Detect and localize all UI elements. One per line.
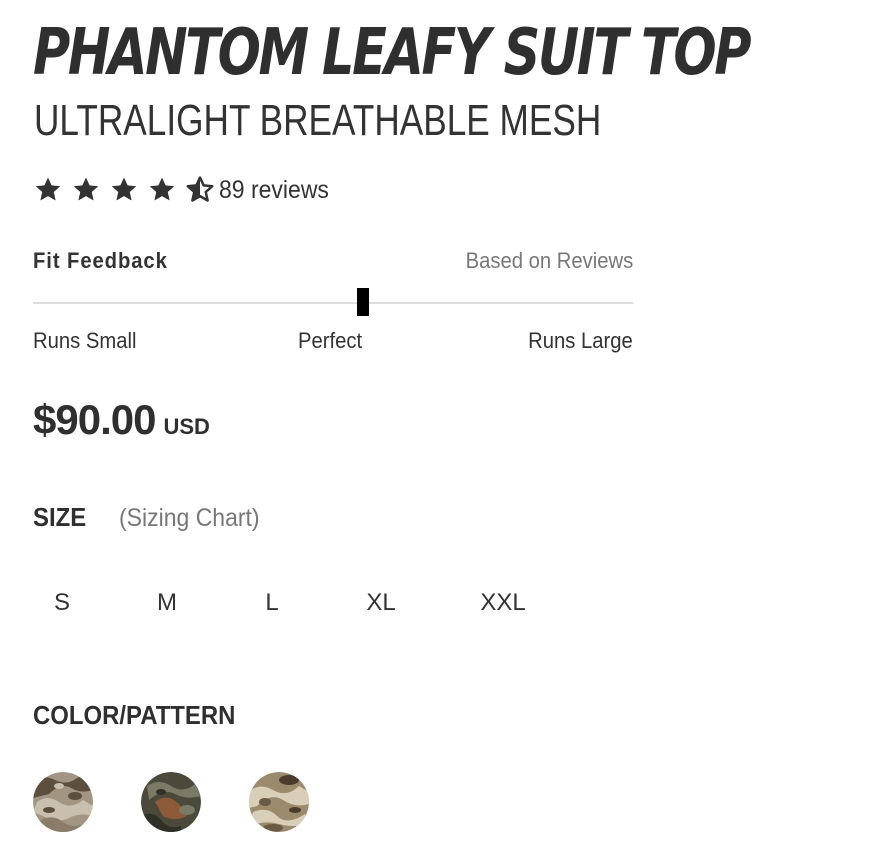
- star-full-icon: [147, 175, 177, 205]
- color-swatch-2[interactable]: [141, 772, 201, 832]
- camo-pattern-2: [141, 772, 201, 832]
- sizing-chart-link[interactable]: (Sizing Chart): [119, 504, 260, 533]
- fit-label-runs-small: Runs Small: [33, 328, 137, 353]
- fit-feedback-basis: Based on Reviews: [465, 248, 633, 273]
- size-header: SIZE (Sizing Chart): [33, 502, 272, 533]
- star-full-icon: [109, 175, 139, 205]
- fit-label-perfect: Perfect: [298, 328, 363, 353]
- size-option-s[interactable]: S: [47, 584, 77, 622]
- fit-scale-track: [33, 302, 633, 304]
- rating-stars[interactable]: [33, 175, 219, 205]
- size-option-m[interactable]: M: [152, 584, 182, 622]
- size-option-xxl[interactable]: XXL: [478, 584, 528, 622]
- size-option-l[interactable]: L: [257, 584, 287, 622]
- color-swatch-3[interactable]: [249, 772, 309, 832]
- price-currency: USD: [163, 414, 210, 439]
- star-half-icon: [185, 175, 215, 205]
- reviews-link[interactable]: 89 reviews: [219, 176, 329, 205]
- product-price: $90.00 USD: [33, 396, 210, 444]
- product-title: PHANTOM LEAFY SUIT TOP: [33, 16, 751, 90]
- star-full-icon: [33, 175, 63, 205]
- size-option-xl[interactable]: XL: [361, 584, 401, 622]
- size-label: SIZE: [33, 502, 87, 532]
- product-rating[interactable]: 89 reviews: [33, 172, 339, 208]
- fit-label-runs-large: Runs Large: [528, 328, 633, 353]
- color-swatch-1[interactable]: [33, 772, 93, 832]
- fit-feedback: Fit Feedback Based on Reviews Runs Small…: [33, 244, 633, 364]
- color-pattern-label: COLOR/PATTERN: [33, 700, 236, 730]
- star-full-icon: [71, 175, 101, 205]
- fit-scale-marker: [357, 288, 369, 316]
- camo-pattern-3: [249, 772, 309, 832]
- fit-feedback-title: Fit Feedback: [33, 248, 168, 273]
- product-subtitle: ULTRALIGHT BREATHABLE MESH: [34, 96, 602, 145]
- camo-pattern-1: [33, 772, 93, 832]
- price-amount: $90.00: [33, 396, 156, 443]
